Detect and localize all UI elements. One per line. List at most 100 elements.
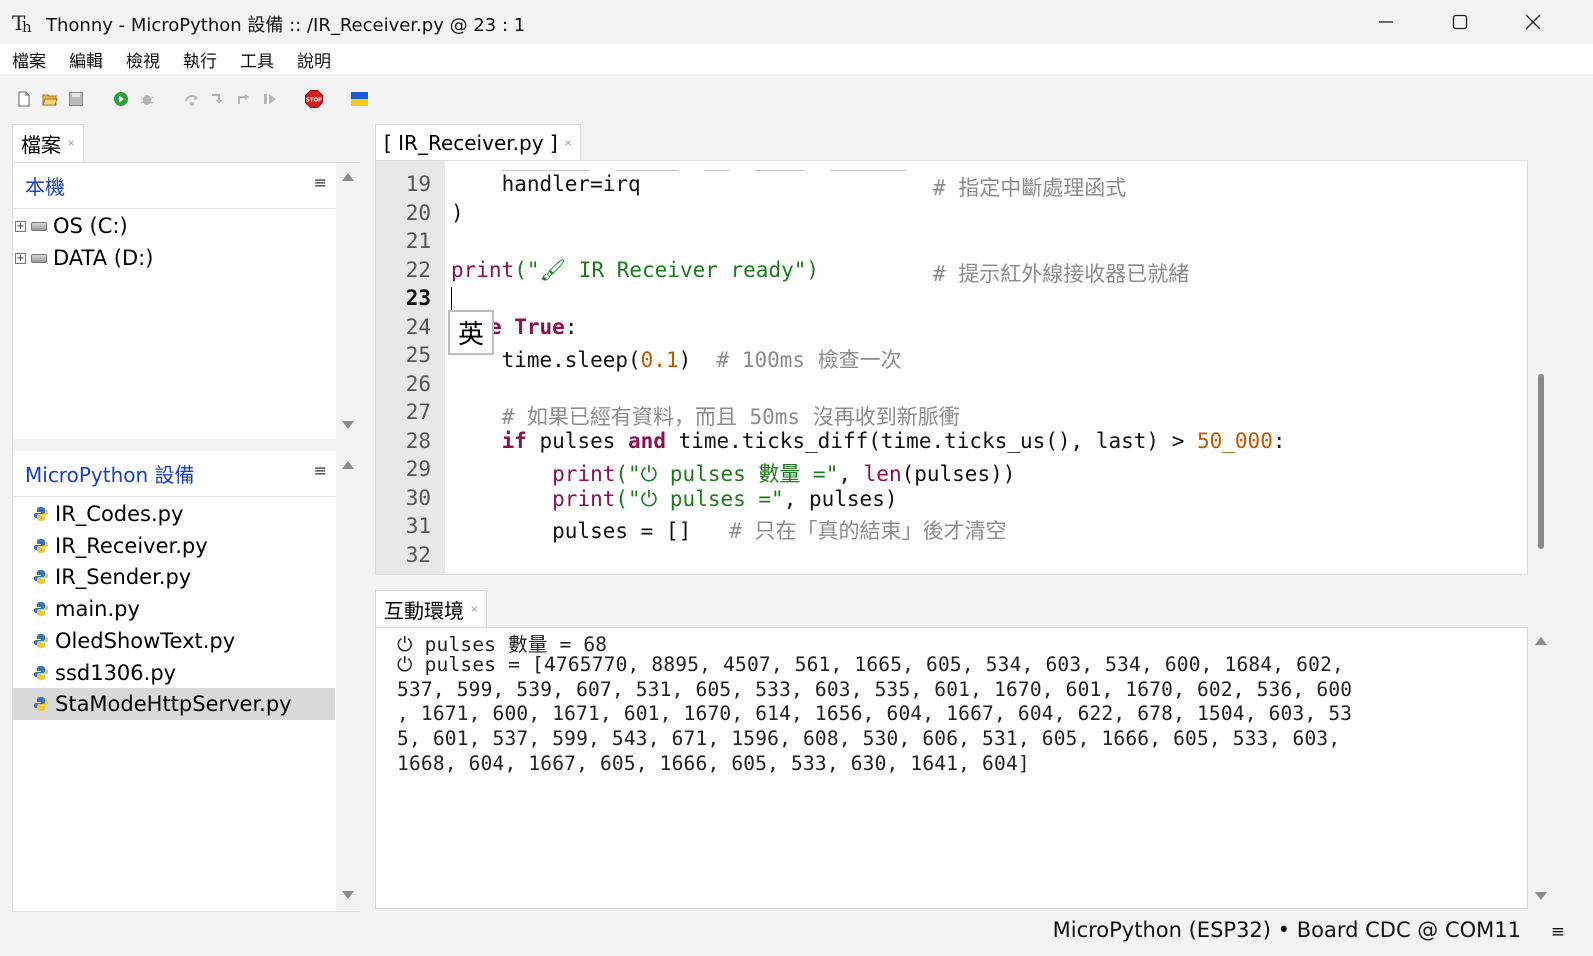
panel-splitter[interactable] <box>13 439 361 451</box>
expand-icon[interactable]: + <box>15 220 26 232</box>
status-menu-icon[interactable]: ≡ <box>1551 922 1565 942</box>
python-file-icon <box>34 697 48 712</box>
editor-scroll-thumb[interactable] <box>1538 374 1544 549</box>
line-number: 20 <box>405 200 431 225</box>
device-file-item[interactable]: IR_Receiver.py <box>13 530 335 562</box>
shell-scrollbar[interactable] <box>1530 627 1552 909</box>
scroll-up-icon[interactable] <box>1535 637 1547 645</box>
svg-text:h: h <box>22 18 32 35</box>
open-file-icon[interactable] <box>42 91 58 107</box>
tab-files-label: 檔案 <box>21 133 61 157</box>
tab-editor-file[interactable]: [ IR_Receiver.py ] × <box>375 124 582 161</box>
interpreter-status[interactable]: MicroPython (ESP32) • Board CDC @ COM11 <box>1053 918 1521 942</box>
code-editor[interactable]: 19 20 21 22 23 24 25 26 27 28 29 30 31 32 _______ ___… <box>375 160 1528 575</box>
minimize-button[interactable] <box>1350 0 1422 44</box>
maximize-icon <box>1452 14 1468 30</box>
line-number: 27 <box>405 400 431 424</box>
menu-bar: 檔案 編輯 檢視 執行 工具 說明 <box>0 44 1593 74</box>
file-name: IR_Codes.py <box>55 502 184 526</box>
shell-output-line: 5, 601, 537, 599, 543, 671, 1596, 608, 5… <box>397 727 1341 751</box>
file-name: IR_Sender.py <box>55 565 192 590</box>
menu-file[interactable]: 檔案 <box>12 47 46 72</box>
thonny-logo-icon: T h <box>12 11 32 35</box>
menu-view[interactable]: 檢視 <box>126 47 160 72</box>
shell-output-line: , 1671, 600, 1671, 601, 1670, 614, 1656,… <box>397 702 1353 726</box>
drive-icon <box>31 221 47 231</box>
file-name: OledShowText.py <box>55 628 236 653</box>
line-number: 31 <box>405 514 431 538</box>
python-file-icon <box>34 570 48 585</box>
resume-icon[interactable] <box>262 91 278 107</box>
device-section-title: MicroPython 設備 <box>25 463 195 487</box>
device-file-item[interactable]: IR_Sender.py <box>13 561 335 593</box>
device-section-header: MicroPython 設備 ≡ <box>13 451 335 497</box>
device-file-item[interactable]: main.py <box>13 593 335 625</box>
step-into-icon[interactable] <box>210 91 226 107</box>
close-icon <box>1525 14 1541 30</box>
python-file-icon <box>34 665 48 680</box>
svg-text:STOP: STOP <box>306 98 322 104</box>
scroll-down-icon[interactable] <box>342 421 354 429</box>
code-line-22: print("🖌 IR Receiver ready") # 提示紅外線接收器已就… <box>451 258 1190 286</box>
device-file-item[interactable]: IR_Codes.py <box>13 498 335 530</box>
toolbar: STOP <box>0 74 1593 122</box>
device-file-item[interactable]: ssd1306.py <box>13 657 335 689</box>
menu-run[interactable]: 執行 <box>183 47 217 72</box>
tree-item-label: DATA (D:) <box>53 246 154 270</box>
tab-shell[interactable]: 互動環境 × <box>375 590 488 628</box>
device-menu-icon[interactable]: ≡ <box>314 461 327 480</box>
editor-tab-close[interactable]: × <box>564 138 572 149</box>
line-number: 22 <box>405 257 431 282</box>
file-name: ssd1306.py <box>55 660 177 685</box>
local-menu-icon[interactable]: ≡ <box>314 173 327 192</box>
menu-edit[interactable]: 編輯 <box>69 47 103 72</box>
python-file-icon <box>34 538 48 553</box>
status-bar: MicroPython (ESP32) • Board CDC @ COM11 … <box>0 912 1593 956</box>
device-file-item[interactable]: StaModeHttpServer.py <box>13 688 335 721</box>
code-line-29: print("⏻ pulses 數量 =", len(pulses)) <box>552 462 1016 486</box>
step-out-icon[interactable] <box>236 91 252 107</box>
code-line-19: handler=irq # 指定中斷處理函式 <box>451 172 1127 200</box>
menu-tools[interactable]: 工具 <box>240 47 274 72</box>
local-section-title: 本機 <box>25 175 65 199</box>
maximize-button[interactable] <box>1424 0 1496 44</box>
tree-item-drive-c[interactable]: + OS (C:) <box>13 210 335 242</box>
scroll-down-icon[interactable] <box>342 891 354 899</box>
shell-output-line: 1668, 604, 1667, 605, 1666, 605, 533, 63… <box>397 752 1030 775</box>
local-section-header: 本機 ≡ <box>13 163 335 209</box>
ukraine-flag-icon[interactable] <box>351 92 368 106</box>
code-line-31: pulses = [] # 只在「真的結束」後才清空 <box>451 519 1007 543</box>
python-file-icon <box>34 507 48 521</box>
scroll-up-icon[interactable] <box>342 173 354 181</box>
stop-icon[interactable]: STOP <box>305 90 323 108</box>
line-number: 24 <box>405 314 431 339</box>
save-file-icon[interactable] <box>68 91 84 107</box>
code-line-partial: _______ _____ __ ____ ______ <box>451 161 907 171</box>
close-button[interactable] <box>1497 0 1569 44</box>
editor-scrollbar[interactable] <box>1530 160 1552 575</box>
debug-icon[interactable] <box>139 91 155 107</box>
tree-item-label: OS (C:) <box>53 214 128 238</box>
new-file-icon[interactable] <box>16 91 32 107</box>
line-number: 25 <box>405 343 431 367</box>
shell-output-line: 537, 599, 539, 607, 531, 605, 533, 603, … <box>397 677 1353 701</box>
shell-output[interactable]: ⏻ pulses 數量 = 68 ⏻ pulses = [4765770, 889… <box>375 627 1528 909</box>
tab-files-close[interactable]: × <box>67 138 75 149</box>
scroll-up-icon[interactable] <box>342 461 354 469</box>
menu-help[interactable]: 說明 <box>297 47 331 72</box>
shell-output-line: ⏻ pulses = [4765770, 8895, 4507, 561, 16… <box>397 652 1344 676</box>
tab-files[interactable]: 檔案 × <box>12 124 85 162</box>
expand-icon[interactable]: + <box>15 252 26 264</box>
device-scrollbar[interactable] <box>336 451 360 911</box>
tree-item-drive-d[interactable]: + DATA (D:) <box>13 242 335 274</box>
shell-tab-close[interactable]: × <box>470 604 478 615</box>
step-over-icon[interactable] <box>184 91 200 107</box>
line-number: 29 <box>405 457 431 481</box>
run-icon[interactable] <box>113 91 129 107</box>
python-file-icon <box>34 602 48 617</box>
local-scrollbar[interactable] <box>336 163 360 439</box>
line-number: 23 <box>405 286 431 310</box>
scroll-down-icon[interactable] <box>1535 892 1547 900</box>
device-file-item[interactable]: OledShowText.py <box>13 625 335 657</box>
line-number: 30 <box>405 485 431 510</box>
